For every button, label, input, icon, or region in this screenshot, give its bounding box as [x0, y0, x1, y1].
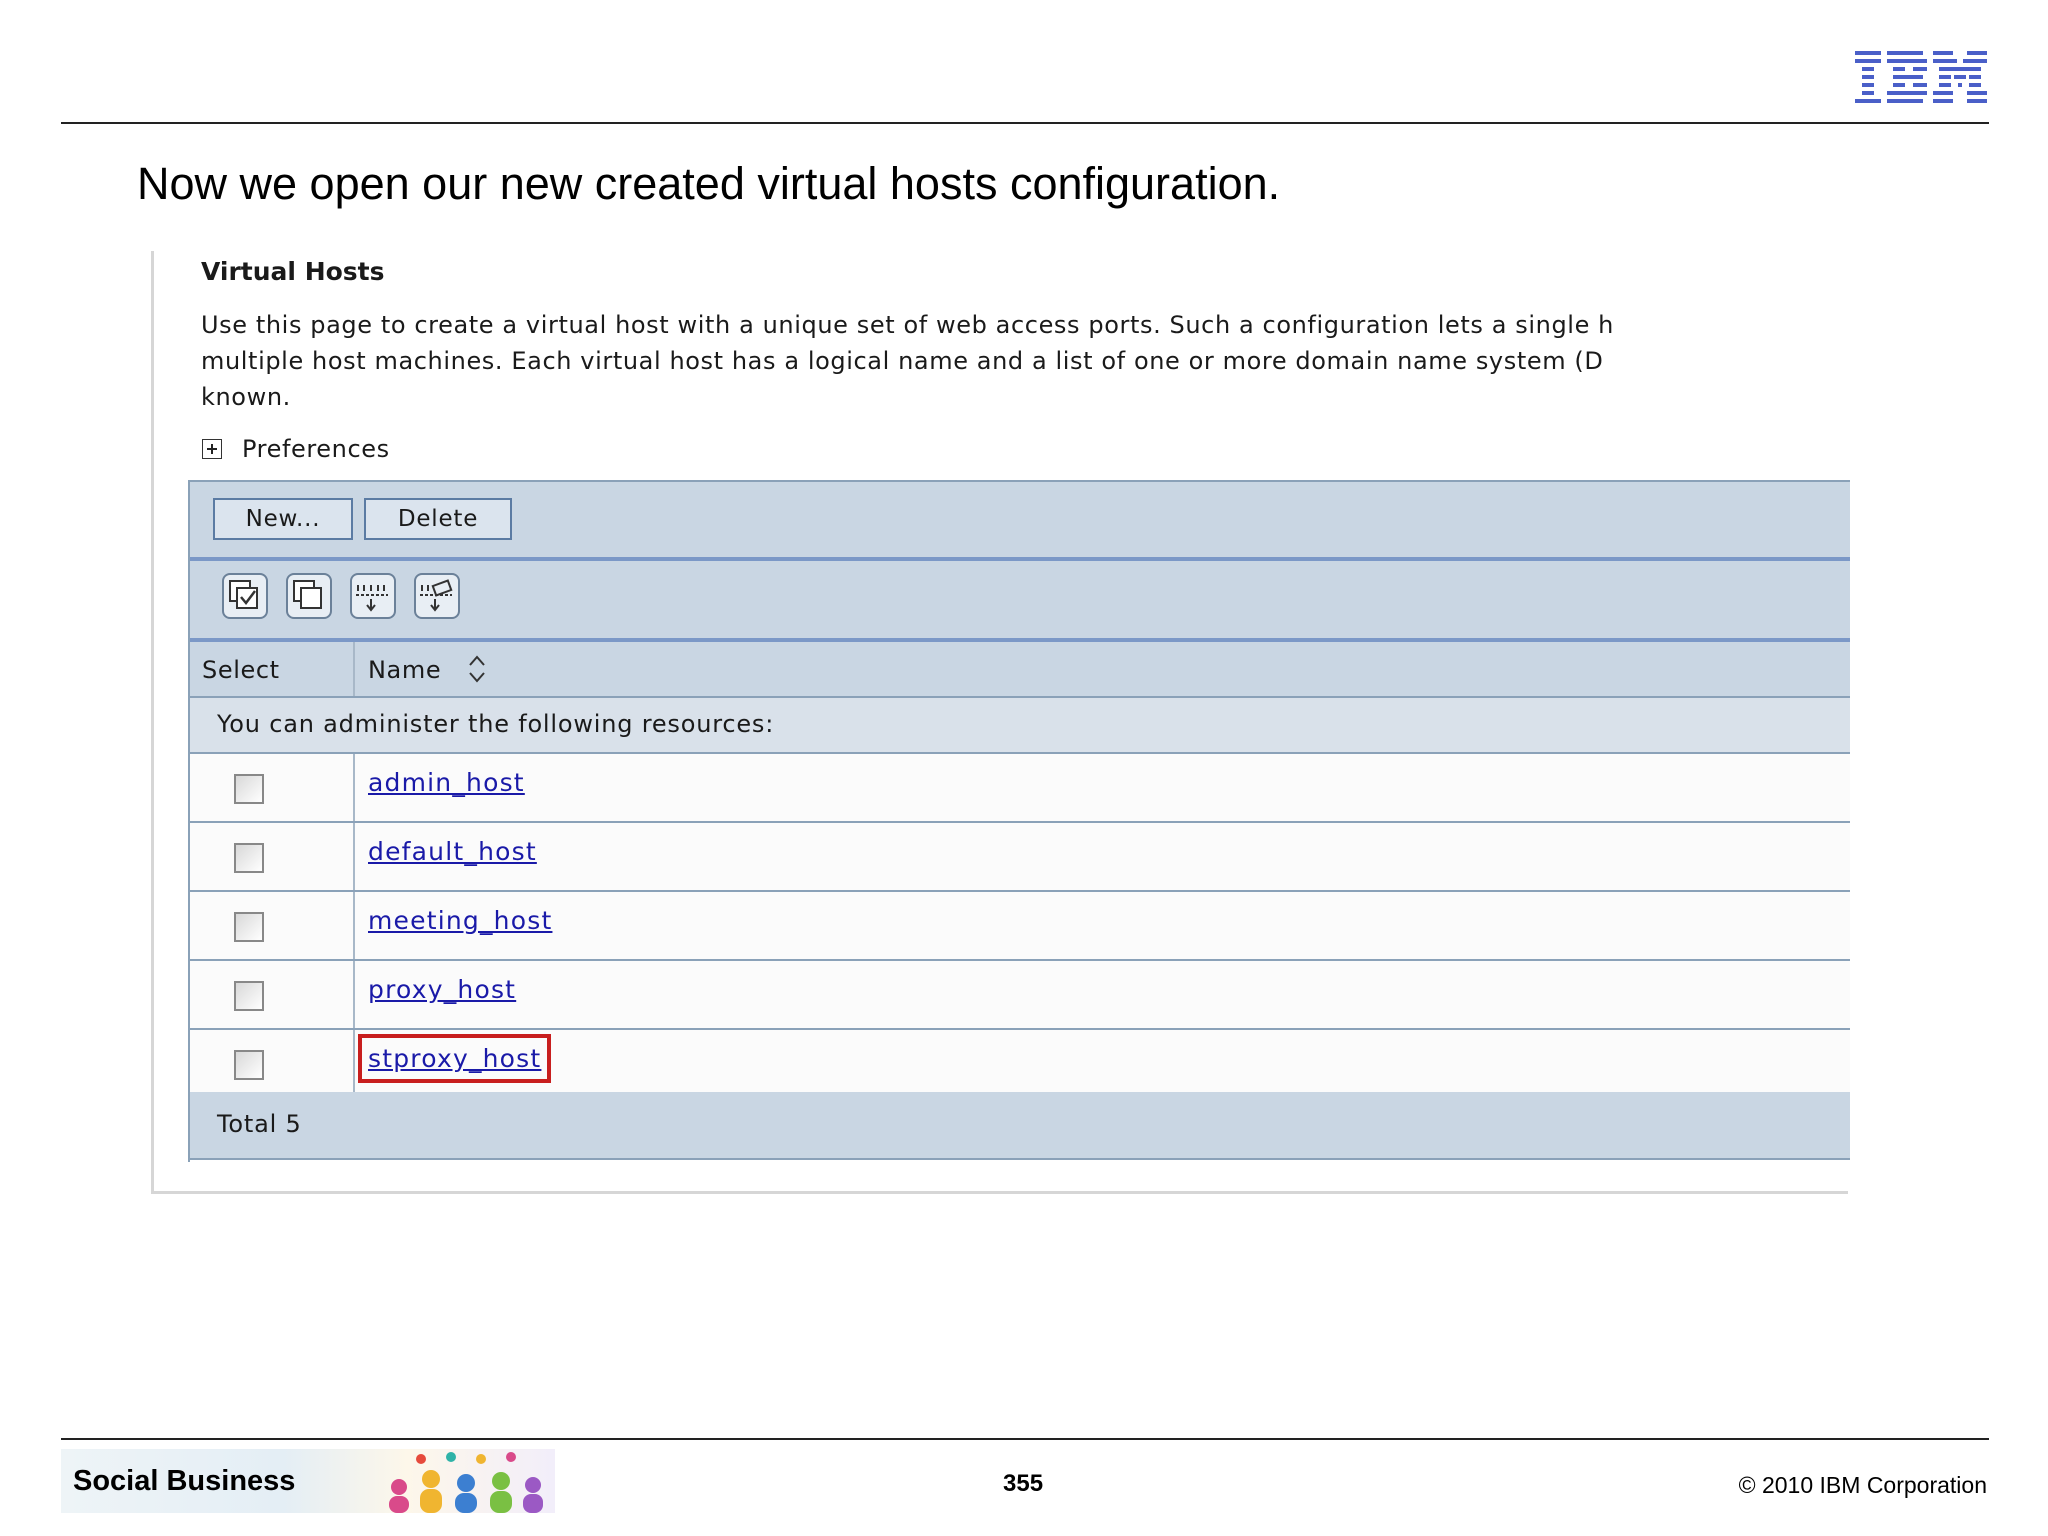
- row-checkbox[interactable]: [234, 981, 264, 1011]
- footer-brand: Social Business: [73, 1465, 296, 1497]
- show-filter-icon[interactable]: [350, 573, 396, 619]
- admin-message: You can administer the following resourc…: [217, 710, 775, 738]
- footer-banner: Social Business: [61, 1449, 555, 1513]
- button-bar: New... Delete: [190, 482, 1850, 561]
- host-link-highlighted[interactable]: stproxy_host: [357, 1034, 552, 1083]
- virtual-hosts-table: New... Delete Select Name You can admini…: [188, 480, 1850, 1162]
- sort-icon[interactable]: [466, 652, 488, 686]
- table-toolbar: [190, 561, 1850, 642]
- preferences-toggle[interactable]: Preferences: [202, 435, 390, 463]
- table-row: meeting_host: [190, 892, 1850, 961]
- row-checkbox[interactable]: [234, 912, 264, 942]
- host-link[interactable]: admin_host: [368, 768, 525, 797]
- table-row: stproxy_host: [190, 1030, 1850, 1099]
- delete-button[interactable]: Delete: [364, 498, 512, 540]
- table-row: default_host: [190, 823, 1850, 892]
- copyright: © 2010 IBM Corporation: [1738, 1472, 1987, 1498]
- row-checkbox[interactable]: [234, 1050, 264, 1080]
- slide-title: Now we open our new created virtual host…: [137, 158, 1281, 209]
- table-row: admin_host: [190, 754, 1850, 823]
- select-all-icon[interactable]: [222, 573, 268, 619]
- host-link[interactable]: meeting_host: [368, 906, 552, 935]
- virtual-hosts-panel: Virtual Hosts Use this page to create a …: [151, 251, 1850, 1194]
- row-checkbox[interactable]: [234, 843, 264, 873]
- host-link[interactable]: proxy_host: [368, 975, 516, 1004]
- select-column-header: Select: [202, 656, 280, 684]
- table-row: proxy_host: [190, 961, 1850, 1030]
- clear-filter-icon[interactable]: [414, 573, 460, 619]
- host-link[interactable]: default_host: [368, 837, 537, 866]
- total-count: Total 5: [217, 1110, 302, 1138]
- table-header-row: Select Name: [190, 642, 1850, 698]
- name-column-header[interactable]: Name: [368, 656, 441, 684]
- total-row: Total 5: [190, 1092, 1850, 1160]
- people-illustration-icon: [389, 1452, 543, 1513]
- page-description: Use this page to create a virtual host w…: [201, 311, 1614, 411]
- page-heading: Virtual Hosts: [201, 257, 385, 286]
- top-rule: [61, 122, 1989, 124]
- expand-plus-icon[interactable]: [202, 439, 222, 459]
- bottom-rule: [61, 1438, 1989, 1440]
- preferences-label: Preferences: [242, 435, 390, 463]
- row-checkbox[interactable]: [234, 774, 264, 804]
- page-number: 355: [1003, 1470, 1044, 1497]
- new-button[interactable]: New...: [213, 498, 353, 540]
- deselect-all-icon[interactable]: [286, 573, 332, 619]
- ibm-logo: [1855, 51, 1987, 103]
- admin-message-row: You can administer the following resourc…: [190, 698, 1850, 754]
